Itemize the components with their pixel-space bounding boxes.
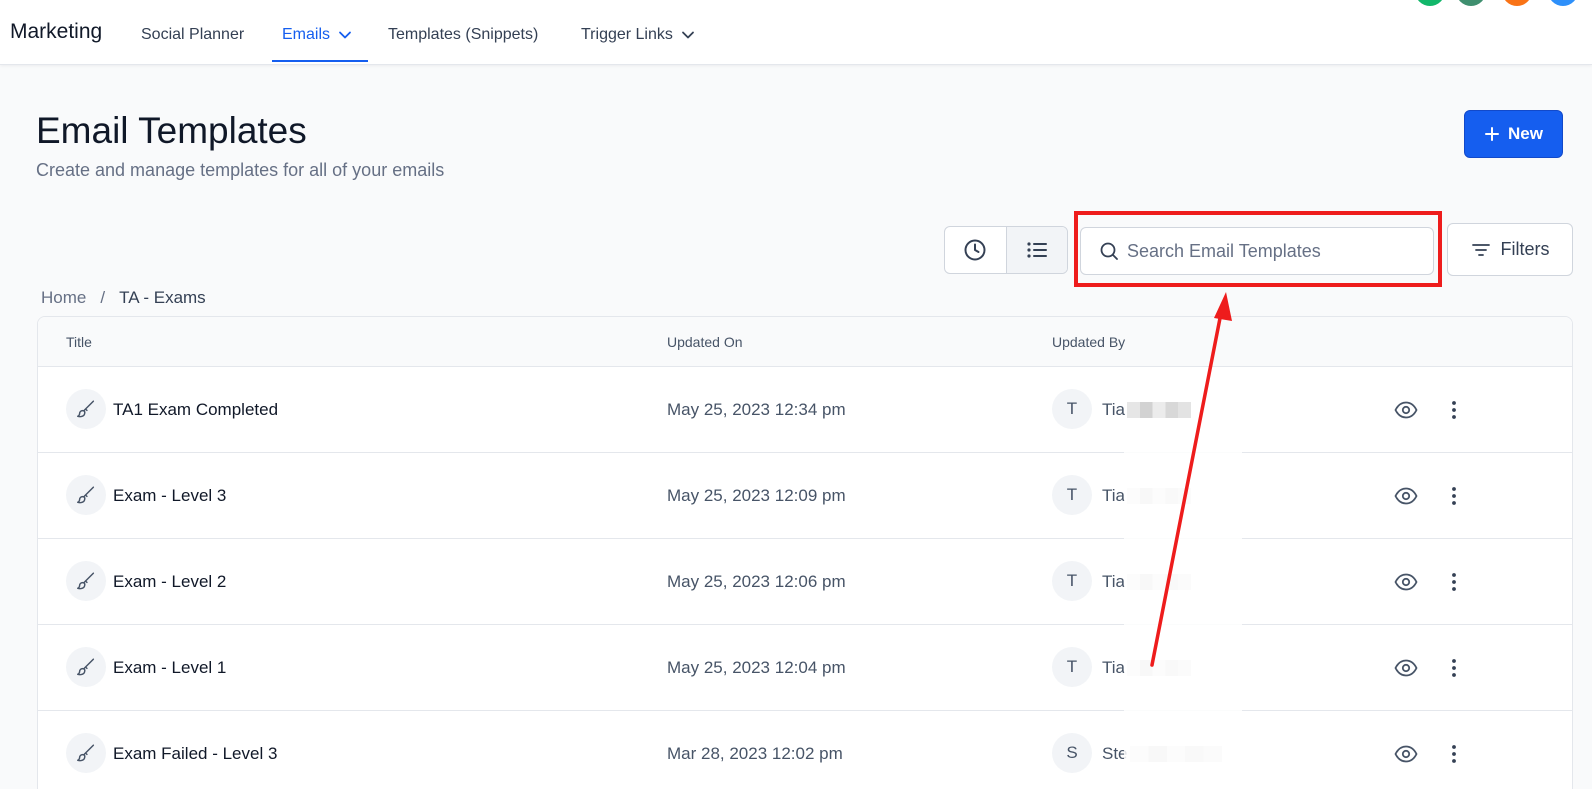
template-title[interactable]: Exam - Level 2: [113, 572, 226, 592]
user-avatar: T: [1052, 475, 1092, 515]
redacted-text: [1127, 488, 1191, 504]
avatar[interactable]: [1415, 0, 1445, 6]
user-name: Tia: [1102, 572, 1125, 591]
template-title[interactable]: Exam - Level 3: [113, 486, 226, 506]
page-title: Email Templates: [36, 110, 307, 151]
brush-icon: [77, 486, 95, 504]
column-header-updated-by: Updated By: [1052, 334, 1126, 350]
avatar[interactable]: [1502, 0, 1532, 6]
list-icon: [1027, 242, 1047, 258]
brush-icon: [77, 400, 95, 418]
list-view-button[interactable]: [1005, 227, 1067, 273]
breadcrumb-separator: /: [100, 288, 106, 307]
table-row[interactable]: Exam - Level 1 May 25, 2023 12:04 pm T T…: [38, 625, 1572, 711]
chevron-down-icon: [339, 31, 351, 39]
new-template-button[interactable]: New: [1464, 110, 1563, 158]
user-avatar: T: [1052, 389, 1092, 429]
table-row[interactable]: TA1 Exam Completed May 25, 2023 12:34 pm…: [38, 367, 1572, 453]
template-title[interactable]: Exam Failed - Level 3: [113, 744, 277, 764]
updated-on: May 25, 2023 12:09 pm: [667, 486, 846, 505]
more-options-icon[interactable]: [1442, 484, 1466, 508]
breadcrumb-home[interactable]: Home: [41, 288, 86, 308]
clock-icon: [964, 239, 986, 261]
redacted-text: [1127, 574, 1191, 590]
top-navigation: Marketing Social Planner Emails Template…: [0, 0, 1592, 65]
nav-label: Social Planner: [141, 26, 245, 43]
eye-icon[interactable]: [1394, 656, 1418, 680]
more-options-icon[interactable]: [1442, 742, 1466, 766]
redacted-text: [1127, 402, 1191, 418]
updated-by: Tia: [1102, 486, 1191, 506]
user-avatar: S: [1052, 733, 1092, 773]
template-icon: [66, 389, 106, 429]
view-toggle: [944, 226, 1068, 274]
plus-icon: [1485, 127, 1500, 141]
eye-icon[interactable]: [1394, 742, 1418, 766]
table-row[interactable]: Exam - Level 3 May 25, 2023 12:09 pm T T…: [38, 453, 1572, 539]
more-options-icon[interactable]: [1442, 398, 1466, 422]
table-row[interactable]: Exam - Level 2 May 25, 2023 12:06 pm T T…: [38, 539, 1572, 625]
filters-button[interactable]: Filters: [1447, 223, 1573, 276]
templates-table: Title Updated On Updated By TA1 Exam Com…: [37, 316, 1573, 789]
header-avatars: [1392, 0, 1592, 6]
user-name: Tia: [1102, 400, 1125, 419]
avatar[interactable]: [1456, 0, 1486, 6]
user-avatar: T: [1052, 647, 1092, 687]
brush-icon: [77, 744, 95, 762]
new-button-label: New: [1508, 124, 1543, 143]
more-options-icon[interactable]: [1442, 656, 1466, 680]
nav-trigger-links[interactable]: Trigger Links: [581, 26, 695, 44]
brush-icon: [77, 658, 95, 676]
column-header-title: Title: [66, 334, 92, 350]
annotation-highlight-box: [1074, 211, 1442, 287]
filters-label: Filters: [1500, 239, 1550, 259]
updated-on: Mar 28, 2023 12:02 pm: [667, 744, 843, 763]
updated-on: May 25, 2023 12:34 pm: [667, 400, 846, 419]
updated-by: Ste: [1102, 744, 1222, 764]
avatar[interactable]: [1548, 0, 1578, 6]
active-tab-indicator: [272, 60, 368, 62]
user-name: Tia: [1102, 658, 1125, 677]
nav-emails[interactable]: Emails: [282, 26, 352, 44]
eye-icon[interactable]: [1394, 398, 1418, 422]
nav-label: Trigger Links: [581, 26, 673, 43]
updated-by: Tia: [1102, 572, 1191, 592]
nav-label: Templates (Snippets): [388, 26, 539, 43]
updated-on: May 25, 2023 12:04 pm: [667, 658, 846, 677]
user-name: Tia: [1102, 486, 1125, 505]
eye-icon[interactable]: [1394, 570, 1418, 594]
brush-icon: [77, 572, 95, 590]
updated-by: Tia: [1102, 658, 1191, 678]
template-icon: [66, 733, 106, 773]
nav-templates-snippets[interactable]: Templates (Snippets): [388, 26, 538, 44]
template-icon: [66, 647, 106, 687]
redacted-text: [1127, 660, 1191, 676]
template-title[interactable]: Exam - Level 1: [113, 658, 226, 678]
table-header: Title Updated On Updated By: [38, 317, 1572, 367]
updated-by: Tia: [1102, 400, 1191, 420]
user-name: Ste: [1102, 744, 1128, 763]
breadcrumb-current: TA - Exams: [119, 288, 206, 307]
redacted-text: [1129, 746, 1222, 762]
nav-label: Emails: [282, 26, 331, 43]
column-header-updated-on: Updated On: [667, 334, 743, 350]
recent-view-button[interactable]: [945, 227, 1006, 273]
filter-icon: [1471, 243, 1490, 256]
more-options-icon[interactable]: [1442, 570, 1466, 594]
chevron-down-icon: [681, 31, 694, 39]
template-icon: [66, 561, 106, 601]
page-subtitle: Create and manage templates for all of y…: [36, 160, 445, 180]
template-icon: [66, 475, 106, 515]
eye-icon[interactable]: [1394, 484, 1418, 508]
updated-on: May 25, 2023 12:06 pm: [667, 572, 846, 591]
breadcrumb: Home / TA - Exams: [41, 288, 206, 308]
nav-social-planner[interactable]: Social Planner: [141, 26, 244, 44]
user-avatar: T: [1052, 561, 1092, 601]
table-row[interactable]: Exam Failed - Level 3 Mar 28, 2023 12:02…: [38, 711, 1572, 789]
app-brand: Marketing: [10, 20, 103, 43]
template-title[interactable]: TA1 Exam Completed: [113, 400, 278, 420]
